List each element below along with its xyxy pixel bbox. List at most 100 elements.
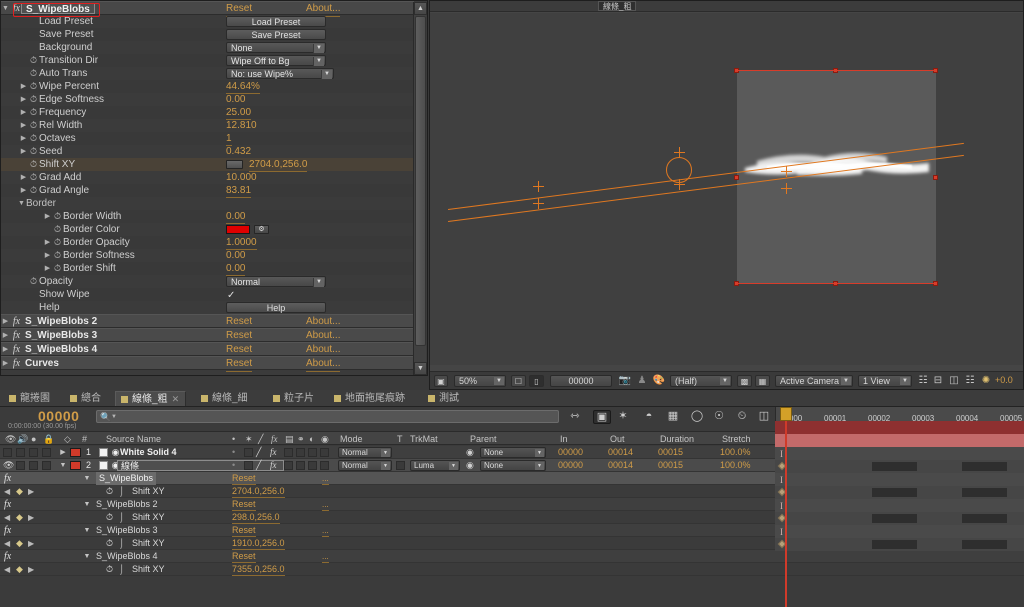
- toggle-transparency-grid-icon[interactable]: ▦: [755, 375, 770, 387]
- col-t[interactable]: T: [397, 434, 403, 444]
- effect-property-load-preset[interactable]: Load Preset Load Preset: [1, 15, 414, 28]
- timeline-property-value[interactable]: 2704.0,256.0: [232, 485, 285, 498]
- frame-blend-switch[interactable]: [284, 448, 293, 457]
- twirl-arrow-icon[interactable]: ▶: [19, 106, 28, 119]
- twirl-arrow-icon[interactable]: ▼: [82, 550, 92, 563]
- effect-property-transition-dir[interactable]: ⏱ Transition Dir Wipe Off to Bg ▼: [1, 54, 414, 67]
- twirl-arrow-icon[interactable]: ▼: [82, 524, 92, 537]
- effect-track-2[interactable]: I: [775, 473, 1024, 486]
- effect-name-field[interactable]: S_WipeBlobs: [21, 3, 95, 15]
- stopwatch-icon[interactable]: ⏱: [28, 54, 39, 67]
- timeline-effect-name[interactable]: S_WipeBlobs 4: [96, 550, 158, 563]
- comp-timecode-field[interactable]: 00000: [550, 375, 612, 387]
- comp-tab-0[interactable]: 龍捲園: [4, 391, 56, 406]
- chevron-down-icon[interactable]: ▼: [313, 278, 324, 287]
- channel-color-icon[interactable]: 🎨: [652, 375, 666, 387]
- effect-header-0[interactable]: ▼ fx S_WipeBlobs Reset About...: [1, 1, 414, 17]
- twirl-arrow-icon[interactable]: ▶: [19, 145, 28, 158]
- effect-property-grad-add[interactable]: ▶ ⏱ Grad Add 10.000: [1, 171, 414, 185]
- hide-shy-layers-icon[interactable]: ✶: [615, 410, 631, 424]
- quality-switch[interactable]: ╱: [256, 459, 261, 472]
- effect-name[interactable]: Curves: [25, 358, 59, 369]
- col-parent[interactable]: Parent: [470, 434, 497, 444]
- effect-property-border-shift[interactable]: ▶ ⏱ Border Shift 0.00: [1, 262, 414, 276]
- comp-tab-1[interactable]: 總合: [65, 391, 107, 406]
- effect-property-shift-xy[interactable]: ⏱ Shift XY 2704.0,256.0: [1, 158, 414, 172]
- duration-value[interactable]: 00015: [658, 459, 683, 472]
- duration-value[interactable]: 00015: [658, 446, 683, 459]
- composition-tab-bar[interactable]: 線條_粗: [430, 1, 1023, 12]
- help-button[interactable]: Help: [226, 302, 326, 313]
- twirl-arrow-icon[interactable]: ▶: [19, 93, 28, 106]
- quality-icon[interactable]: ╱: [258, 434, 263, 445]
- effect-property-save-preset[interactable]: Save Preset Save Preset: [1, 28, 414, 41]
- chevron-down-icon[interactable]: ▼: [841, 377, 851, 385]
- property-value[interactable]: 83.81: [226, 184, 252, 198]
- keyframe-toggle-icon[interactable]: ◆: [16, 511, 23, 524]
- transition-dir-dropdown[interactable]: Wipe Off to Bg ▼: [226, 55, 326, 66]
- next-keyframe-icon[interactable]: ▶: [28, 537, 34, 550]
- chevron-down-icon[interactable]: ▼: [381, 462, 390, 470]
- effect-header-2[interactable]: ▶ fx S_WipeBlobs 3 Reset About...: [1, 328, 414, 344]
- property-value[interactable]: 0.00: [226, 249, 246, 263]
- resolution-dropdown[interactable]: (Half) ▼: [670, 375, 732, 387]
- col-mode[interactable]: Mode: [340, 434, 363, 444]
- eye-toggle-icon[interactable]: 👁: [3, 459, 14, 472]
- scrollbar-thumb[interactable]: [415, 16, 426, 346]
- effect-header-4[interactable]: ▶ fx Curves Reset About...: [1, 356, 414, 372]
- timeline-effect-reset[interactable]: Reset: [232, 472, 256, 485]
- chevron-down-icon[interactable]: ▼: [900, 377, 910, 385]
- timeline-property-value[interactable]: 298.0,256.0: [232, 511, 280, 524]
- expand-layer-twirl-icon[interactable]: ▼: [58, 459, 68, 472]
- next-keyframe-icon[interactable]: ▶: [28, 563, 34, 576]
- timeline-effect-reset[interactable]: Reset: [232, 550, 256, 563]
- property-value[interactable]: 25.00: [226, 106, 252, 120]
- out-point[interactable]: 00014: [608, 446, 633, 459]
- effect-reset-link[interactable]: Reset: [226, 357, 253, 372]
- keyframe-toggle-icon[interactable]: ◆: [16, 563, 23, 576]
- keyframe-block[interactable]: [962, 462, 1007, 471]
- effect-track-3[interactable]: I: [775, 499, 1024, 512]
- stopwatch-icon[interactable]: ⏱: [28, 119, 39, 132]
- twirl-arrow-icon[interactable]: ▶: [1, 343, 10, 357]
- next-keyframe-icon[interactable]: ▶: [28, 485, 34, 498]
- prev-keyframe-icon[interactable]: ◀: [4, 485, 10, 498]
- property-value[interactable]: 12.810: [226, 119, 257, 133]
- blend-mode-dropdown[interactable]: Normal ▼: [338, 447, 392, 458]
- effect-point-center[interactable]: [674, 147, 685, 158]
- effect-name[interactable]: S_WipeBlobs 3: [25, 330, 97, 341]
- frame-blending-icon[interactable]: ◓: [640, 410, 658, 424]
- twirl-arrow-icon[interactable]: ▼: [1, 2, 10, 16]
- stopwatch-icon[interactable]: ⏱: [106, 511, 113, 524]
- toggle-region-icon[interactable]: ▩: [737, 375, 752, 387]
- effect-property-border-width[interactable]: ▶ ⏱ Border Width 0.00: [1, 210, 414, 224]
- parent-dropdown[interactable]: None ▼: [480, 460, 546, 471]
- effect-property-border-opacity[interactable]: ▶ ⏱ Border Opacity 1.0000: [1, 236, 414, 250]
- property-value[interactable]: 10.000: [226, 171, 257, 185]
- chevron-down-icon[interactable]: ▼: [313, 57, 324, 66]
- motion-blur-icon[interactable]: ▦: [664, 410, 682, 424]
- comp-tab-2[interactable]: 線條_粗 ✕: [115, 391, 187, 406]
- audio-toggle-icon[interactable]: [16, 448, 25, 457]
- col-trkmat[interactable]: TrkMat: [410, 434, 438, 444]
- effect-property-seed[interactable]: ▶ ⏱ Seed 0.432: [1, 145, 414, 159]
- selection-handle-mr[interactable]: [933, 175, 938, 180]
- layer-duration-bar-1[interactable]: [775, 421, 1024, 434]
- stopwatch-icon[interactable]: ⏱: [28, 67, 39, 80]
- keyframe-block[interactable]: [962, 514, 1007, 523]
- stretch-value[interactable]: 100.0%: [720, 446, 751, 459]
- effect-track-4[interactable]: I: [775, 525, 1024, 538]
- track-matte-dropdown[interactable]: Luma ▼: [410, 460, 460, 471]
- comp-tab-4[interactable]: 粒子片: [268, 391, 320, 406]
- effect-property-grad-angle[interactable]: ▶ ⏱ Grad Angle 83.81: [1, 184, 414, 198]
- chevron-down-icon[interactable]: ▼: [535, 462, 544, 470]
- out-point[interactable]: 00014: [608, 459, 633, 472]
- stopwatch-icon[interactable]: ⏱: [28, 106, 39, 119]
- shy-switch-icon[interactable]: •: [232, 434, 235, 444]
- effects-switch[interactable]: fx: [270, 459, 277, 472]
- stopwatch-icon[interactable]: ⏱: [52, 210, 63, 223]
- blend-mode-dropdown[interactable]: Normal ▼: [338, 460, 392, 471]
- effect-about-link[interactable]: About...: [306, 357, 341, 372]
- solo-toggle-icon[interactable]: [29, 448, 38, 457]
- timeline-effect-reset[interactable]: Reset: [232, 498, 256, 511]
